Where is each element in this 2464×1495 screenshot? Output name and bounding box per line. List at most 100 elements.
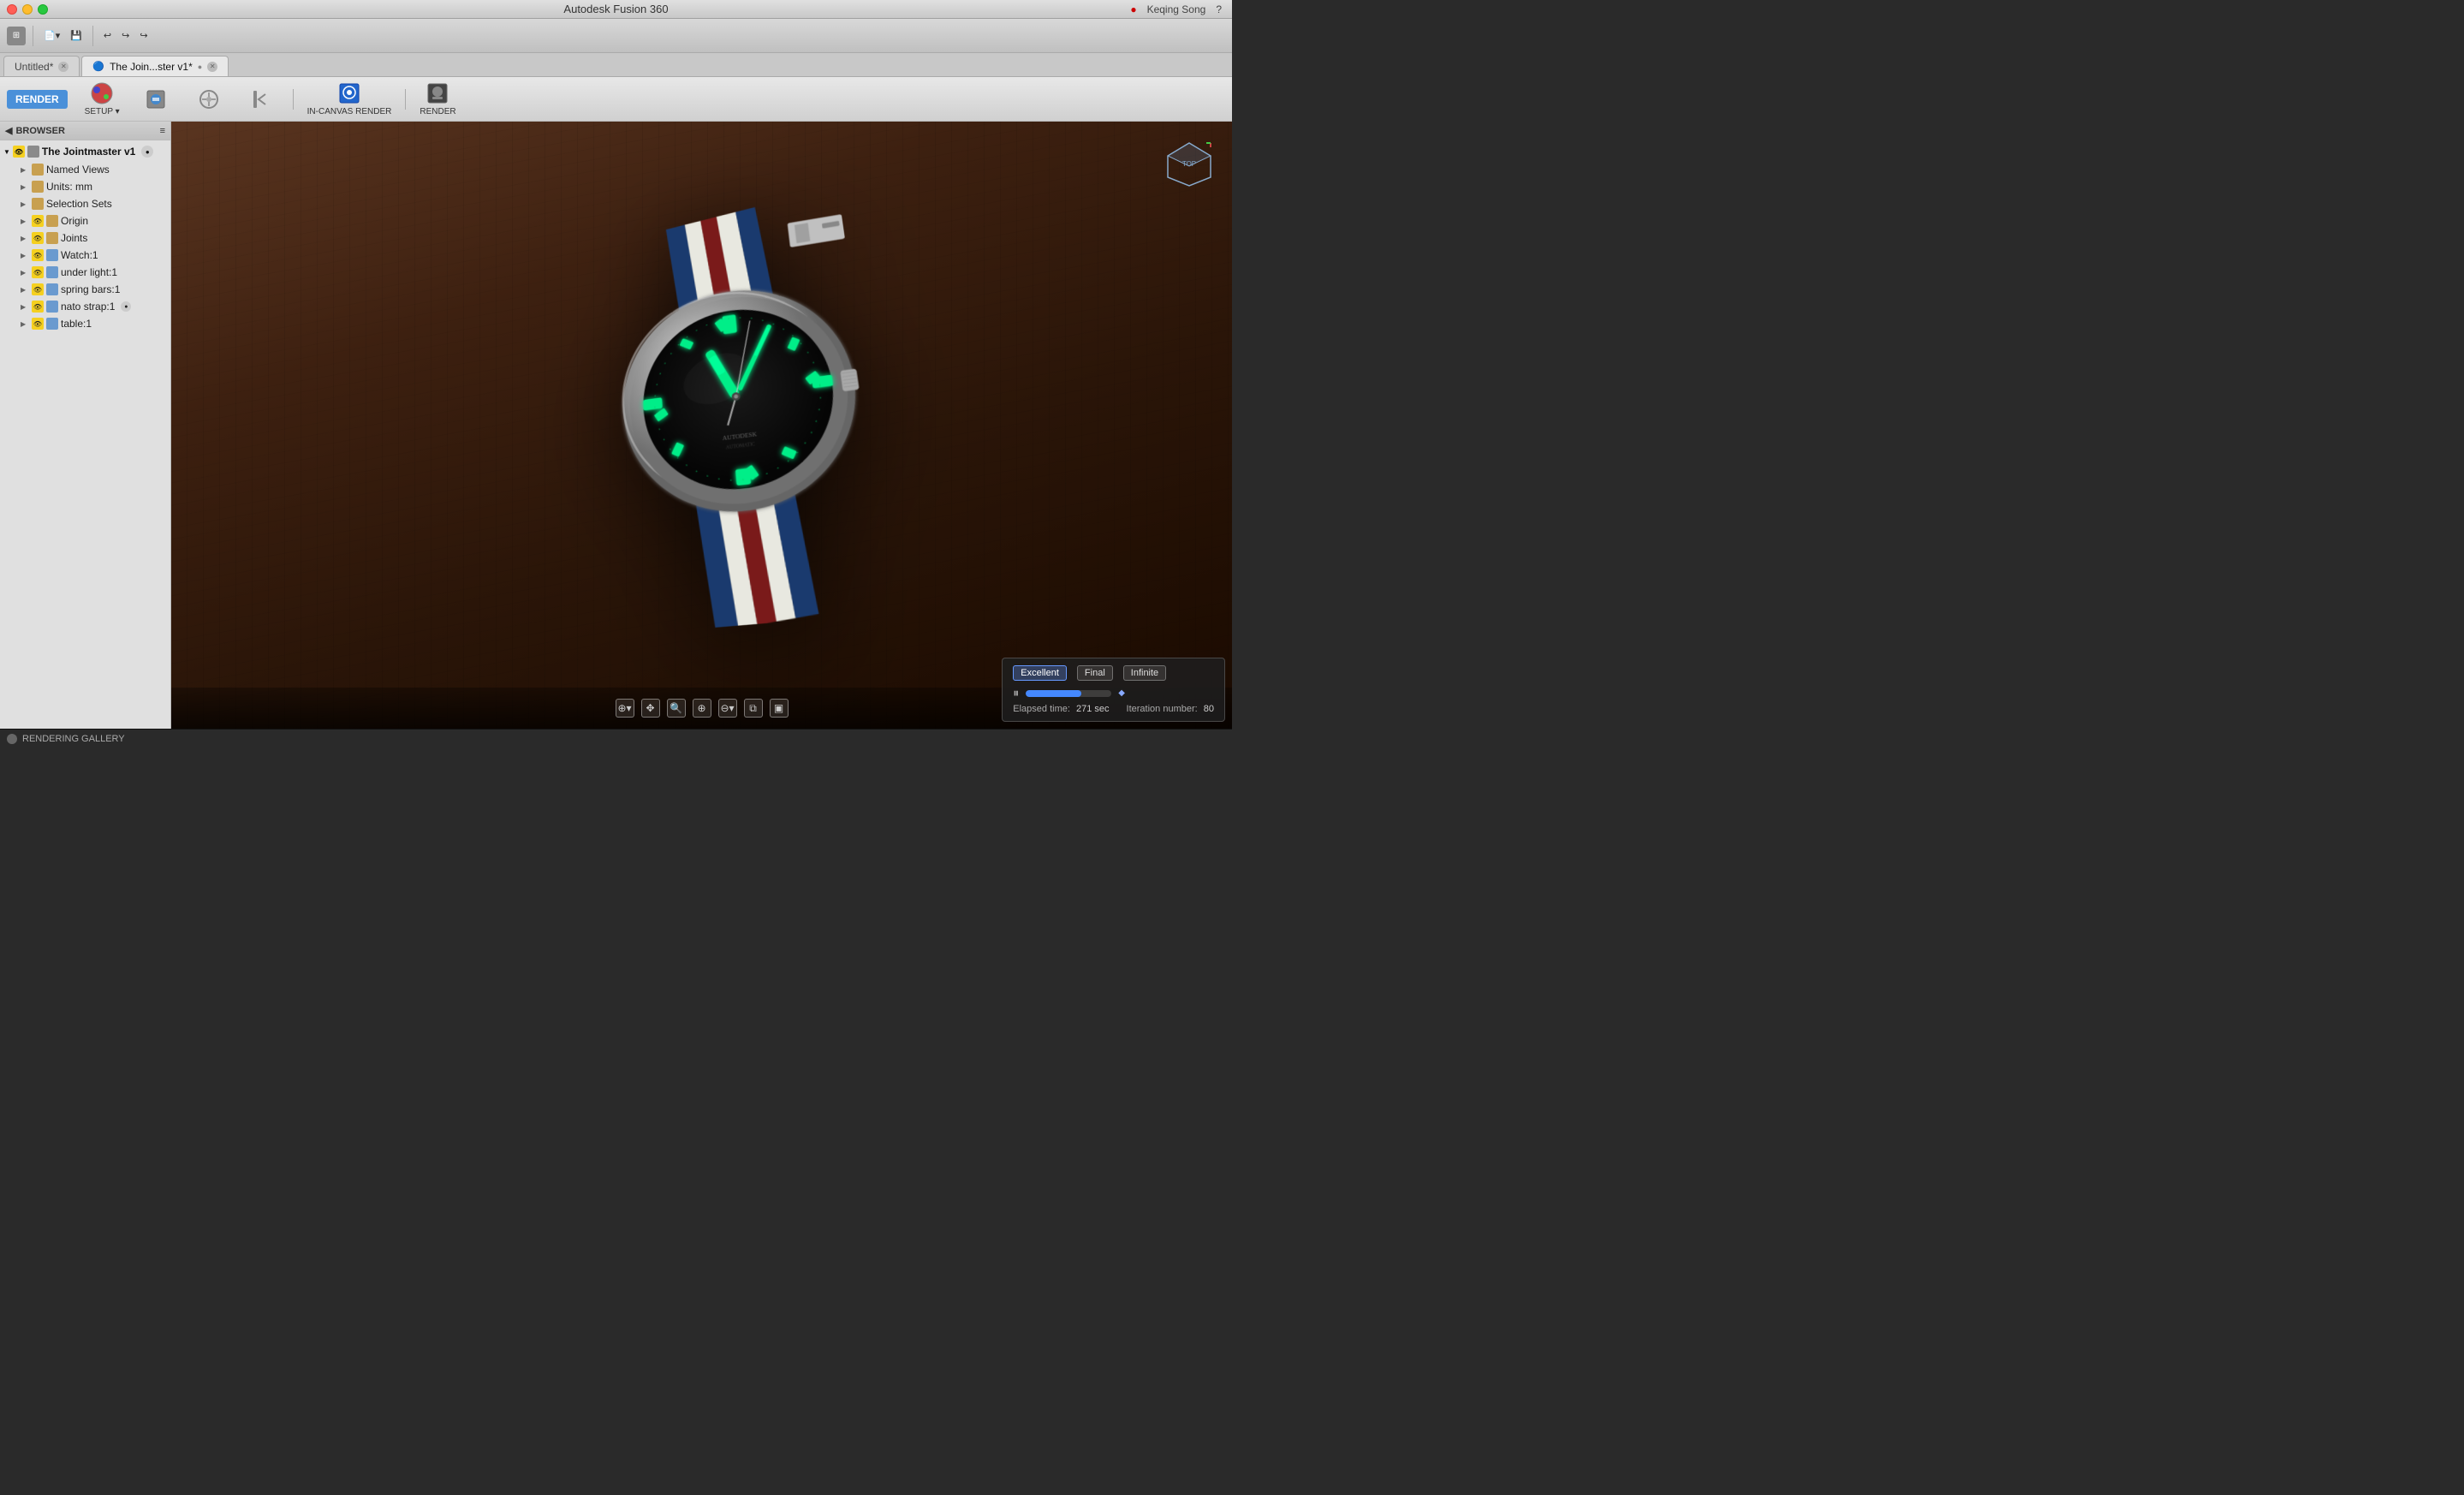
tree-item-spring-bars[interactable]: ▶ 👁 spring bars:1 [0,281,170,298]
redo-button[interactable]: ↪ [118,28,133,43]
render-button[interactable]: RENDER [411,78,464,120]
item-label-selection-sets: Selection Sets [46,198,112,210]
render-sep-1 [293,89,294,110]
item-label-units: Units: mm [46,181,92,193]
quality-final-button[interactable]: Final [1077,665,1113,681]
folder-icon [32,198,44,210]
apps-icon[interactable]: ⊞ [7,27,26,45]
maximize-button[interactable] [38,4,48,15]
component-icon [46,301,58,313]
item-label-spring-bars: spring bars:1 [61,283,120,295]
tab-untitled-close[interactable]: ✕ [58,62,68,72]
display-mode-icon[interactable]: ⧉ [744,699,763,718]
browser-panel: ◀ BROWSER ≡ ▼ 👁 The Jointmaster v1 ● ▶ N… [0,122,171,729]
root-label: The Jointmaster v1 [42,146,135,158]
iteration-value: 80 [1204,704,1214,714]
component-icon [46,266,58,278]
browser-menu-icon[interactable]: ≡ [160,126,165,136]
appearance-icon [90,81,114,105]
expand-icon: ▶ [21,303,29,311]
help-icon[interactable]: ? [1216,3,1222,15]
tab-untitled[interactable]: Untitled* ✕ [3,56,80,76]
folder-icon [32,164,44,176]
item-label-nato-strap: nato strap:1 [61,301,115,313]
zoom-out-icon[interactable]: ⊖▾ [718,699,737,718]
component-icon [46,283,58,295]
eye-icon: 👁 [32,266,44,278]
tree-item-watch[interactable]: ▶ 👁 Watch:1 [0,247,170,264]
root-badge: ● [141,146,153,158]
render-btn-label: RENDER [420,107,455,116]
close-button[interactable] [7,4,17,15]
render-viewport[interactable]: {/* Will render as ticks */} [171,122,1232,729]
expand-icon: ▶ [21,217,29,225]
tree-item-under-light[interactable]: ▶ 👁 under light:1 [0,264,170,281]
render-progress-fill [1026,690,1081,697]
tree-item-joints[interactable]: ▶ 👁 Joints [0,229,170,247]
titlebar: Autodesk Fusion 360 ● Keqing Song ? [0,0,1232,19]
undo-button[interactable]: ↩ [100,28,115,43]
toolbar-separator-2 [92,26,93,46]
item-label-table: table:1 [61,318,92,330]
render-settings-button[interactable] [183,84,235,115]
tab-jointmaster-close[interactable]: ✕ [207,62,217,72]
tree-item-table[interactable]: ▶ 👁 table:1 [0,315,170,332]
settings-icon [197,87,221,111]
setup-label: SETUP ▾ [85,107,120,116]
file-button[interactable]: 📄▾ [40,28,63,43]
browser-collapse-icon[interactable]: ◀ [5,125,12,136]
tree-item-named-views[interactable]: ▶ Named Views [0,161,170,178]
record-icon: ● [1130,3,1136,15]
browser-tree: ▼ 👁 The Jointmaster v1 ● ▶ Named Views ▶… [0,140,170,729]
redo2-button[interactable]: ↪ [136,28,151,43]
render-info-row: Elapsed time: 271 sec Iteration number: … [1013,704,1214,714]
snap-icon[interactable]: ⊕▾ [616,699,634,718]
tree-item-nato-strap[interactable]: ▶ 👁 nato strap:1 ● [0,298,170,315]
canvas-render-icon [337,81,361,105]
pan-icon[interactable]: ✥ [641,699,660,718]
tree-item-origin[interactable]: ▶ 👁 Origin [0,212,170,229]
orientation-cube[interactable]: TOP [1164,139,1215,190]
main-toolbar: ⊞ 📄▾ 💾 ↩ ↪ ↪ [0,19,1232,53]
progress-row: ⏸ ◆ [1013,686,1214,700]
elapsed-value: 271 sec [1076,704,1110,714]
main-area: ◀ BROWSER ≡ ▼ 👁 The Jointmaster v1 ● ▶ N… [0,122,1232,729]
eye-icon: 👁 [32,283,44,295]
item-label-origin: Origin [61,215,88,227]
root-expand-arrow: ▼ [3,148,10,156]
save-button[interactable]: 💾 [67,28,86,43]
tab-jointmaster[interactable]: 🔵 The Join...ster v1* ● ✕ [81,56,229,76]
eye-icon: 👁 [32,249,44,261]
minimize-button[interactable] [22,4,33,15]
in-canvas-render-button[interactable]: IN-CANVAS RENDER [299,78,401,120]
component-icon [46,318,58,330]
expand-icon: ▶ [21,183,29,191]
tree-item-units[interactable]: ▶ Units: mm [0,178,170,195]
user-name[interactable]: Keqing Song [1147,3,1206,15]
back-button[interactable] [236,84,288,115]
zoom-in-icon[interactable]: ⊕ [693,699,711,718]
root-eye-icon: 👁 [13,146,25,158]
folder-icon [32,181,44,193]
render-sep-2 [405,89,406,110]
tree-item-selection-sets[interactable]: ▶ Selection Sets [0,195,170,212]
eye-icon: 👁 [32,301,44,313]
in-canvas-label: IN-CANVAS RENDER [307,107,392,116]
titlebar-right: ● Keqing Song ? [1130,3,1222,15]
expand-icon: ▶ [21,252,29,259]
tree-root-item[interactable]: ▼ 👁 The Jointmaster v1 ● [0,142,170,161]
render-mode-button[interactable]: RENDER [7,90,68,109]
component-icon [46,249,58,261]
zoom-icon[interactable]: 🔍 [667,699,686,718]
expand-icon: ▶ [21,320,29,328]
setup-appearance-button[interactable]: SETUP ▾ [76,78,128,120]
window-title: Autodesk Fusion 360 [563,3,668,15]
eye-icon: 👁 [32,215,44,227]
quality-infinite-button[interactable]: Infinite [1123,665,1166,681]
browser-header: ◀ BROWSER ≡ [0,122,170,140]
pause-button[interactable]: ⏸ [1013,686,1019,700]
quality-excellent-button[interactable]: Excellent [1013,665,1067,681]
viewport-mode-icon[interactable]: ▣ [770,699,789,718]
scene-settings-button[interactable] [130,84,182,115]
quality-options-row: Excellent Final Infinite [1013,665,1214,681]
